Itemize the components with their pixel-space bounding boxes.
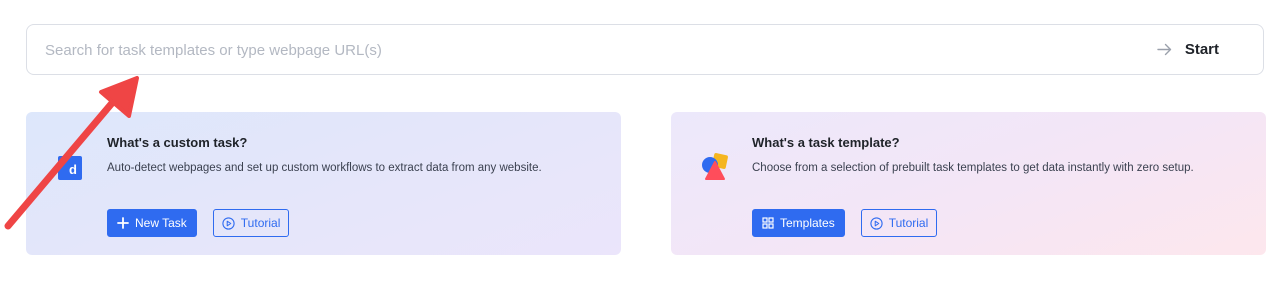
custom-task-card: d What's a custom task? Auto-detect webp… [26, 112, 621, 255]
task-template-icon [702, 153, 728, 180]
search-input[interactable] [43, 25, 1137, 75]
search-bar: Start [26, 24, 1264, 75]
card-description: Choose from a selection of prebuilt task… [752, 162, 1194, 174]
play-circle-icon [222, 216, 235, 230]
card-description: Auto-detect webpages and set up custom w… [107, 162, 542, 174]
task-template-card: What's a task template? Choose from a se… [671, 112, 1266, 255]
tutorial-button[interactable]: Tutorial [212, 209, 290, 237]
arrow-right-icon [1157, 43, 1172, 55]
card-actions: Templates Tutorial [752, 209, 938, 237]
start-button[interactable]: Start [1156, 25, 1219, 73]
new-task-button[interactable]: New Task [107, 209, 197, 237]
templates-label: Templates [780, 216, 835, 230]
new-task-label: New Task [135, 216, 187, 230]
tutorial-button[interactable]: Tutorial [860, 209, 938, 237]
card-title: What's a task template? [752, 135, 900, 150]
svg-text:d: d [69, 162, 77, 177]
play-circle-icon [870, 216, 883, 230]
tutorial-label: Tutorial [888, 216, 929, 230]
page: Start d What's a custom task? Auto-detec… [0, 0, 1284, 285]
start-label: Start [1184, 40, 1219, 58]
templates-button[interactable]: Templates [752, 209, 845, 237]
grid-icon [762, 217, 774, 229]
card-actions: New Task Tutorial [107, 209, 290, 237]
tutorial-label: Tutorial [240, 216, 281, 230]
card-title: What's a custom task? [107, 135, 248, 150]
plus-icon [117, 217, 129, 229]
custom-task-icon: d [58, 156, 82, 180]
